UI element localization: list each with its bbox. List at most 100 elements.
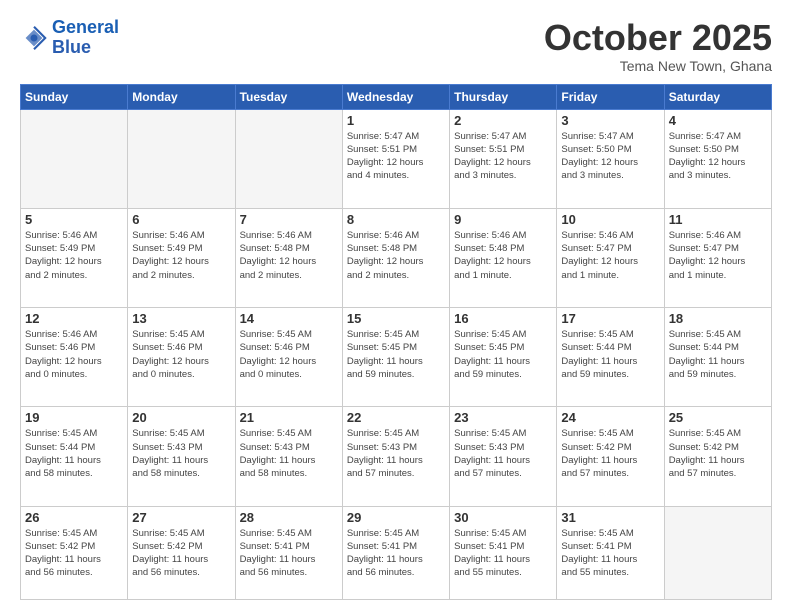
week-row-3: 12Sunrise: 5:46 AMSunset: 5:46 PMDayligh… xyxy=(21,308,772,407)
day-number: 4 xyxy=(669,113,767,128)
day-header-monday: Monday xyxy=(128,84,235,109)
day-header-friday: Friday xyxy=(557,84,664,109)
day-number: 30 xyxy=(454,510,552,525)
day-number: 31 xyxy=(561,510,659,525)
logo: General Blue xyxy=(20,18,119,58)
day-number: 16 xyxy=(454,311,552,326)
day-header-wednesday: Wednesday xyxy=(342,84,449,109)
logo-blue: Blue xyxy=(52,37,91,57)
day-number: 14 xyxy=(240,311,338,326)
day-info: Sunrise: 5:46 AMSunset: 5:47 PMDaylight:… xyxy=(561,229,659,282)
day-info: Sunrise: 5:45 AMSunset: 5:42 PMDaylight:… xyxy=(669,427,767,480)
day-number: 17 xyxy=(561,311,659,326)
day-info: Sunrise: 5:45 AMSunset: 5:42 PMDaylight:… xyxy=(132,527,230,580)
calendar-cell: 20 Sunrise: 5:45 AMSunset: 5:43 PMDayligh… xyxy=(128,407,235,506)
day-info: Sunrise: 5:45 AMSunset: 5:43 PMDaylight:… xyxy=(132,427,230,480)
calendar-cell: 2Sunrise: 5:47 AMSunset: 5:51 PMDaylight… xyxy=(450,109,557,208)
day-number: 11 xyxy=(669,212,767,227)
day-header-tuesday: Tuesday xyxy=(235,84,342,109)
day-number: 24 xyxy=(561,410,659,425)
day-number: 20 xyxy=(132,410,230,425)
page: General Blue October 2025 Tema New Town,… xyxy=(0,0,792,612)
day-info: Sunrise: 5:45 AMSunset: 5:46 PMDaylight:… xyxy=(132,328,230,381)
day-header-sunday: Sunday xyxy=(21,84,128,109)
logo-text: General Blue xyxy=(52,18,119,58)
day-info: Sunrise: 5:45 AMSunset: 5:45 PMDaylight:… xyxy=(347,328,445,381)
day-number: 6 xyxy=(132,212,230,227)
day-number: 10 xyxy=(561,212,659,227)
calendar-cell: 4 Sunrise: 5:47 AMSunset: 5:50 PMDaylight… xyxy=(664,109,771,208)
calendar-cell: 10 Sunrise: 5:46 AMSunset: 5:47 PMDayligh… xyxy=(557,208,664,307)
calendar-cell: 6 Sunrise: 5:46 AMSunset: 5:49 PMDaylight… xyxy=(128,208,235,307)
calendar-cell: 21 Sunrise: 5:45 AMSunset: 5:43 PMDayligh… xyxy=(235,407,342,506)
day-info: Sunrise: 5:45 AMSunset: 5:41 PMDaylight:… xyxy=(561,527,659,580)
day-info: Sunrise: 5:45 AMSunset: 5:41 PMDaylight:… xyxy=(454,527,552,580)
day-info: Sunrise: 5:45 AMSunset: 5:44 PMDaylight:… xyxy=(561,328,659,381)
day-number: 27 xyxy=(132,510,230,525)
calendar-cell: 31 Sunrise: 5:45 AMSunset: 5:41 PMDayligh… xyxy=(557,506,664,599)
calendar-cell: 13 Sunrise: 5:45 AMSunset: 5:46 PMDayligh… xyxy=(128,308,235,407)
day-info: Sunrise: 5:45 AMSunset: 5:46 PMDaylight:… xyxy=(240,328,338,381)
calendar-cell: 14 Sunrise: 5:45 AMSunset: 5:46 PMDayligh… xyxy=(235,308,342,407)
day-number: 18 xyxy=(669,311,767,326)
calendar-cell xyxy=(235,109,342,208)
day-info: Sunrise: 5:46 AMSunset: 5:49 PMDaylight:… xyxy=(25,229,123,282)
week-row-4: 19Sunrise: 5:45 AMSunset: 5:44 PMDayligh… xyxy=(21,407,772,506)
calendar-cell: 1Sunrise: 5:47 AMSunset: 5:51 PMDaylight… xyxy=(342,109,449,208)
day-number: 15 xyxy=(347,311,445,326)
calendar-header-row: SundayMondayTuesdayWednesdayThursdayFrid… xyxy=(21,84,772,109)
calendar-table: SundayMondayTuesdayWednesdayThursdayFrid… xyxy=(20,84,772,600)
day-number: 13 xyxy=(132,311,230,326)
day-header-thursday: Thursday xyxy=(450,84,557,109)
title-section: October 2025 Tema New Town, Ghana xyxy=(544,18,772,74)
day-info: Sunrise: 5:46 AMSunset: 5:46 PMDaylight:… xyxy=(25,328,123,381)
day-info: Sunrise: 5:47 AMSunset: 5:50 PMDaylight:… xyxy=(669,130,767,183)
calendar-cell xyxy=(664,506,771,599)
day-info: Sunrise: 5:45 AMSunset: 5:43 PMDaylight:… xyxy=(240,427,338,480)
day-info: Sunrise: 5:46 AMSunset: 5:49 PMDaylight:… xyxy=(132,229,230,282)
day-info: Sunrise: 5:45 AMSunset: 5:41 PMDaylight:… xyxy=(347,527,445,580)
day-number: 8 xyxy=(347,212,445,227)
calendar-cell: 7Sunrise: 5:46 AMSunset: 5:48 PMDaylight… xyxy=(235,208,342,307)
day-info: Sunrise: 5:47 AMSunset: 5:51 PMDaylight:… xyxy=(454,130,552,183)
month-title: October 2025 xyxy=(544,18,772,58)
day-info: Sunrise: 5:45 AMSunset: 5:43 PMDaylight:… xyxy=(347,427,445,480)
calendar-cell: 27 Sunrise: 5:45 AMSunset: 5:42 PMDayligh… xyxy=(128,506,235,599)
day-info: Sunrise: 5:45 AMSunset: 5:45 PMDaylight:… xyxy=(454,328,552,381)
location: Tema New Town, Ghana xyxy=(544,58,772,74)
day-info: Sunrise: 5:45 AMSunset: 5:44 PMDaylight:… xyxy=(25,427,123,480)
day-info: Sunrise: 5:45 AMSunset: 5:42 PMDaylight:… xyxy=(561,427,659,480)
day-info: Sunrise: 5:45 AMSunset: 5:42 PMDaylight:… xyxy=(25,527,123,580)
day-info: Sunrise: 5:46 AMSunset: 5:47 PMDaylight:… xyxy=(669,229,767,282)
day-number: 9 xyxy=(454,212,552,227)
calendar-cell xyxy=(128,109,235,208)
calendar-cell: 15 Sunrise: 5:45 AMSunset: 5:45 PMDayligh… xyxy=(342,308,449,407)
day-number: 5 xyxy=(25,212,123,227)
calendar-cell: 8 Sunrise: 5:46 AMSunset: 5:48 PMDaylight… xyxy=(342,208,449,307)
calendar-cell: 25 Sunrise: 5:45 AMSunset: 5:42 PMDayligh… xyxy=(664,407,771,506)
day-info: Sunrise: 5:45 AMSunset: 5:44 PMDaylight:… xyxy=(669,328,767,381)
day-info: Sunrise: 5:47 AMSunset: 5:50 PMDaylight:… xyxy=(561,130,659,183)
day-number: 25 xyxy=(669,410,767,425)
day-number: 28 xyxy=(240,510,338,525)
calendar-cell xyxy=(21,109,128,208)
calendar-cell: 22Sunrise: 5:45 AMSunset: 5:43 PMDayligh… xyxy=(342,407,449,506)
calendar-cell: 24 Sunrise: 5:45 AMSunset: 5:42 PMDayligh… xyxy=(557,407,664,506)
logo-general: General xyxy=(52,17,119,37)
calendar-cell: 23Sunrise: 5:45 AMSunset: 5:43 PMDayligh… xyxy=(450,407,557,506)
calendar-cell: 17 Sunrise: 5:45 AMSunset: 5:44 PMDayligh… xyxy=(557,308,664,407)
calendar-cell: 29Sunrise: 5:45 AMSunset: 5:41 PMDayligh… xyxy=(342,506,449,599)
week-row-1: 1Sunrise: 5:47 AMSunset: 5:51 PMDaylight… xyxy=(21,109,772,208)
day-info: Sunrise: 5:46 AMSunset: 5:48 PMDaylight:… xyxy=(347,229,445,282)
day-info: Sunrise: 5:45 AMSunset: 5:43 PMDaylight:… xyxy=(454,427,552,480)
calendar-cell: 26 Sunrise: 5:45 AMSunset: 5:42 PMDayligh… xyxy=(21,506,128,599)
day-info: Sunrise: 5:45 AMSunset: 5:41 PMDaylight:… xyxy=(240,527,338,580)
calendar-cell: 19Sunrise: 5:45 AMSunset: 5:44 PMDayligh… xyxy=(21,407,128,506)
day-number: 26 xyxy=(25,510,123,525)
day-number: 3 xyxy=(561,113,659,128)
logo-icon xyxy=(20,24,48,52)
header: General Blue October 2025 Tema New Town,… xyxy=(20,18,772,74)
calendar-cell: 28 Sunrise: 5:45 AMSunset: 5:41 PMDayligh… xyxy=(235,506,342,599)
day-number: 21 xyxy=(240,410,338,425)
calendar-cell: 3 Sunrise: 5:47 AMSunset: 5:50 PMDaylight… xyxy=(557,109,664,208)
